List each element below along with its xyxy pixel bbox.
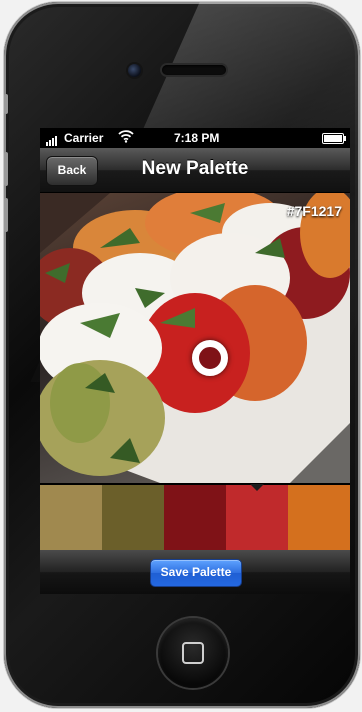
palette-swatch-5[interactable] — [288, 485, 350, 550]
signal-bars-icon — [46, 132, 58, 146]
volume-up-button — [4, 152, 8, 186]
status-bar: Carrier 7:18 PM — [40, 128, 350, 148]
palette-swatch-2[interactable] — [102, 485, 164, 550]
color-picker-handle[interactable] — [192, 340, 228, 376]
battery-icon — [322, 133, 346, 144]
earpiece-speaker — [162, 65, 226, 75]
status-time: 7:18 PM — [174, 131, 220, 145]
front-camera — [128, 64, 141, 77]
save-palette-button[interactable]: Save Palette — [150, 559, 242, 587]
selected-color-hex: #7F1217 — [286, 203, 342, 219]
palette-swatch-4[interactable] — [226, 484, 288, 550]
volume-down-button — [4, 198, 8, 232]
source-photo[interactable]: #7F1217 — [40, 193, 350, 483]
carrier-name: Carrier — [64, 131, 104, 145]
palette-swatch-1[interactable] — [40, 485, 102, 550]
caprese-salad-image — [40, 193, 350, 483]
home-button-icon[interactable] — [158, 618, 228, 688]
page-title: New Palette — [141, 158, 249, 179]
screen: Carrier 7:18 PM Back New Palette #7F1217… — [40, 128, 350, 594]
bottom-toolbar: Save Palette — [40, 550, 350, 594]
iphone-device: Carrier 7:18 PM Back New Palette #7F1217… — [4, 2, 360, 708]
palette-swatch-3[interactable] — [164, 485, 226, 550]
mute-switch — [4, 94, 8, 114]
navigation-bar: Back New Palette — [40, 148, 350, 193]
wifi-icon — [118, 130, 134, 146]
palette-swatches — [40, 484, 350, 550]
